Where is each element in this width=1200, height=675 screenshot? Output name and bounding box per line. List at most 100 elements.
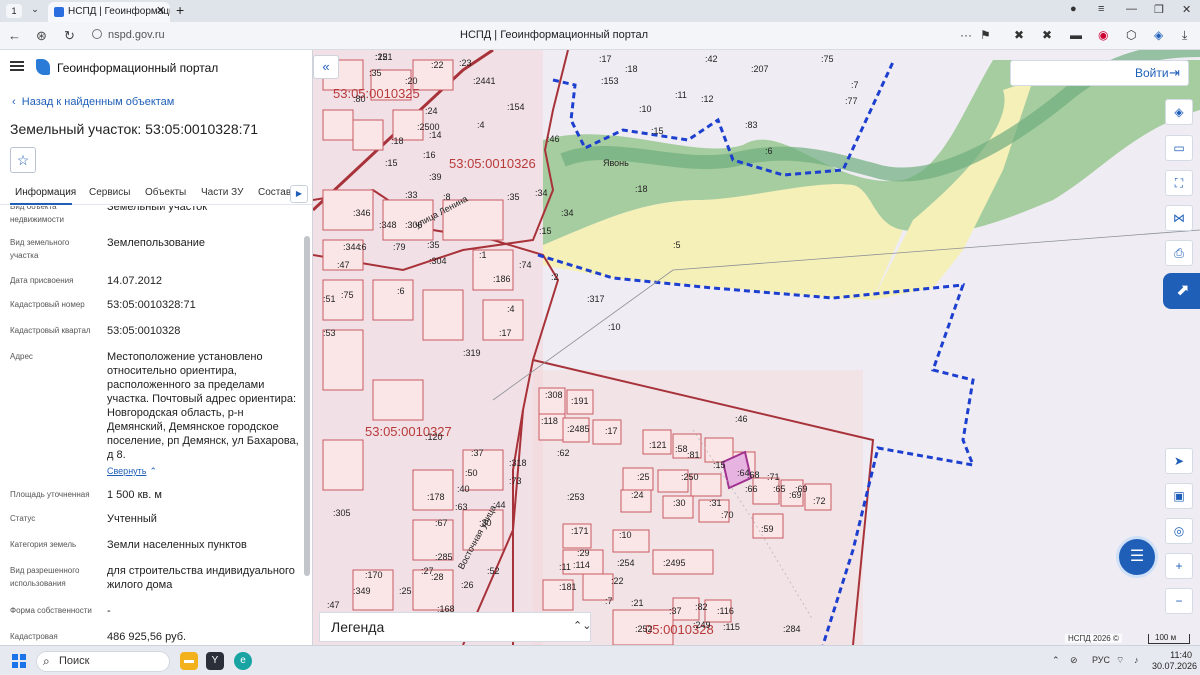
extension-icon-1[interactable]: ✖	[1014, 28, 1024, 42]
parcel-label: :74	[519, 260, 532, 270]
tab-composition[interactable]: Состав	[258, 187, 291, 198]
tab-info[interactable]: Информация	[15, 187, 76, 198]
downloads-icon[interactable]: ⤓	[1182, 28, 1187, 43]
parcel-label: :346	[353, 208, 371, 218]
zoom-out-icon[interactable]: −	[1165, 588, 1193, 614]
extension-icon-2[interactable]: ✖	[1042, 28, 1052, 42]
tab-services[interactable]: Сервисы	[89, 187, 130, 198]
tab-close-icon[interactable]: ✕	[156, 4, 165, 17]
taskbar-search[interactable]: ⌕ Поиск	[36, 651, 170, 672]
measure-icon[interactable]: ▭	[1165, 135, 1193, 161]
share-icon[interactable]: ⋈	[1165, 205, 1193, 231]
browser-tab[interactable]: НСПД | Геоинформацио	[48, 2, 170, 22]
tray-chevron-icon[interactable]: ⌃	[1052, 655, 1060, 666]
search-icon: ⌕	[43, 654, 50, 668]
edge-browser-icon[interactable]: e	[234, 652, 252, 670]
new-tab-icon[interactable]: +	[176, 2, 184, 18]
parcel-label: :31	[709, 498, 722, 508]
reload-icon[interactable]: ↻	[64, 28, 75, 44]
login-button[interactable]: Войти ⇥	[1010, 60, 1189, 86]
parcel-label: :26	[461, 580, 474, 590]
parcel-label: :7	[851, 80, 859, 90]
tabs-scroll-right-icon[interactable]: ▶	[290, 185, 308, 203]
parcel-label: :2485	[567, 424, 590, 434]
panel-scrollbar[interactable]	[304, 236, 310, 576]
back-arrow-icon[interactable]: ←	[8, 28, 21, 43]
bookmark-icon[interactable]: ⚑	[980, 28, 991, 42]
yandex-browser-icon[interactable]: Y	[206, 652, 224, 670]
layers-icon[interactable]: ◈	[1165, 99, 1193, 125]
quarter-label: 53:05:0010326	[449, 156, 536, 171]
attr-key: Вид разрешенного использования	[10, 566, 80, 588]
parcel-label: :37	[669, 606, 682, 616]
parcel-label: :24	[631, 490, 644, 500]
collapse-panel-icon[interactable]: «	[313, 55, 339, 79]
parcel-label: :29	[577, 548, 590, 558]
hamburger-menu-icon[interactable]	[10, 61, 24, 71]
menu-icon[interactable]: ≡	[1098, 3, 1104, 15]
close-window-icon[interactable]: ✕	[1182, 3, 1191, 16]
parcel-label: :251	[375, 52, 393, 62]
parcel-label: :21	[631, 598, 644, 608]
parcel-label: :47	[337, 260, 350, 270]
print-icon[interactable]: ⎙	[1165, 240, 1193, 266]
back-to-results-link[interactable]: ‹ Назад к найденным объектам	[12, 96, 174, 108]
clock[interactable]: 11:40 30.07.2026	[1152, 650, 1198, 672]
attributes-list: Вид объекта недвижимости Земельный участ…	[0, 206, 303, 645]
parcel-label: :10	[608, 322, 621, 332]
map-canvas[interactable]: 53:05:0010325 53:05:0010326 53:05:001032…	[313, 50, 1200, 645]
site-favicon-icon	[54, 7, 64, 17]
attr-key: Категория земель	[10, 540, 77, 549]
attr-key: Площадь уточненная	[10, 490, 90, 499]
attr-value: 53:05:0010328	[107, 325, 181, 337]
chat-assistant-icon[interactable]: ☰	[1116, 536, 1158, 578]
parcel-label: :11	[675, 90, 687, 100]
restore-icon[interactable]: ❐	[1154, 3, 1164, 16]
tab-parcel-parts[interactable]: Части ЗУ	[201, 187, 243, 198]
extension-icon-4[interactable]: ◉	[1098, 28, 1108, 42]
select-area-icon[interactable]: ⛶	[1165, 170, 1193, 196]
parcel-label: :116	[717, 606, 734, 616]
network-icon[interactable]: ⊘	[1070, 655, 1078, 666]
volume-icon[interactable]: ♪	[1134, 655, 1139, 665]
parcel-label: :46	[547, 134, 560, 144]
parcel-label: :71	[767, 472, 780, 482]
parcel-label: :308	[545, 390, 563, 400]
tab-objects[interactable]: Объекты	[145, 187, 186, 198]
parcel-label: :2	[551, 272, 559, 282]
clock-date: 30.07.2026	[1152, 661, 1198, 671]
favorite-star-icon[interactable]: ☆	[10, 147, 36, 173]
extension-icon-3[interactable]: ▬	[1070, 28, 1082, 42]
url-field[interactable]: nspd.gov.ru	[92, 29, 165, 41]
geolocate-icon[interactable]: ➤	[1165, 448, 1193, 474]
parcel-label: :52	[487, 566, 500, 576]
parcel-label: :207	[751, 64, 769, 74]
minimap-icon[interactable]: ▣	[1165, 483, 1193, 509]
profile-icon[interactable]: ●	[1070, 3, 1077, 15]
more-icon[interactable]: ···	[960, 28, 972, 42]
portal-logo-icon	[36, 59, 50, 75]
file-explorer-icon[interactable]: ▬	[180, 652, 198, 670]
parcel-label: :68	[747, 470, 760, 480]
scale-label: 100 м	[1155, 633, 1177, 642]
parcel-label: :27	[421, 566, 434, 576]
parcel-label: :23	[459, 58, 472, 68]
minimize-icon[interactable]: —	[1126, 3, 1137, 15]
compass-icon[interactable]: ◎	[1165, 518, 1193, 544]
basemap-toggle-icon[interactable]: ⬈	[1163, 273, 1200, 309]
parcel-label: :17	[605, 426, 618, 436]
windows-start-icon[interactable]	[12, 654, 26, 668]
input-language[interactable]: РУС	[1092, 655, 1110, 665]
legend-dropdown[interactable]: Легенда ⌃⌄	[319, 612, 591, 642]
extension-icon-6[interactable]: ◈	[1154, 28, 1163, 42]
collapse-link[interactable]: Свернуть ⌃	[107, 464, 299, 478]
shield-icon[interactable]: ⊛	[36, 28, 47, 44]
parcel-label: :153	[601, 76, 619, 86]
attr-value: Земельный участок	[107, 206, 208, 213]
zoom-in-icon[interactable]: +	[1165, 553, 1193, 579]
extension-icon-5[interactable]: ⬡	[1126, 28, 1136, 42]
tab-counter[interactable]: 1	[6, 4, 22, 18]
tab-list-chevron-icon[interactable]: ⌄	[27, 4, 43, 18]
wifi-icon[interactable]: ⌔	[1116, 655, 1124, 666]
parcel-label: :35	[507, 192, 520, 202]
